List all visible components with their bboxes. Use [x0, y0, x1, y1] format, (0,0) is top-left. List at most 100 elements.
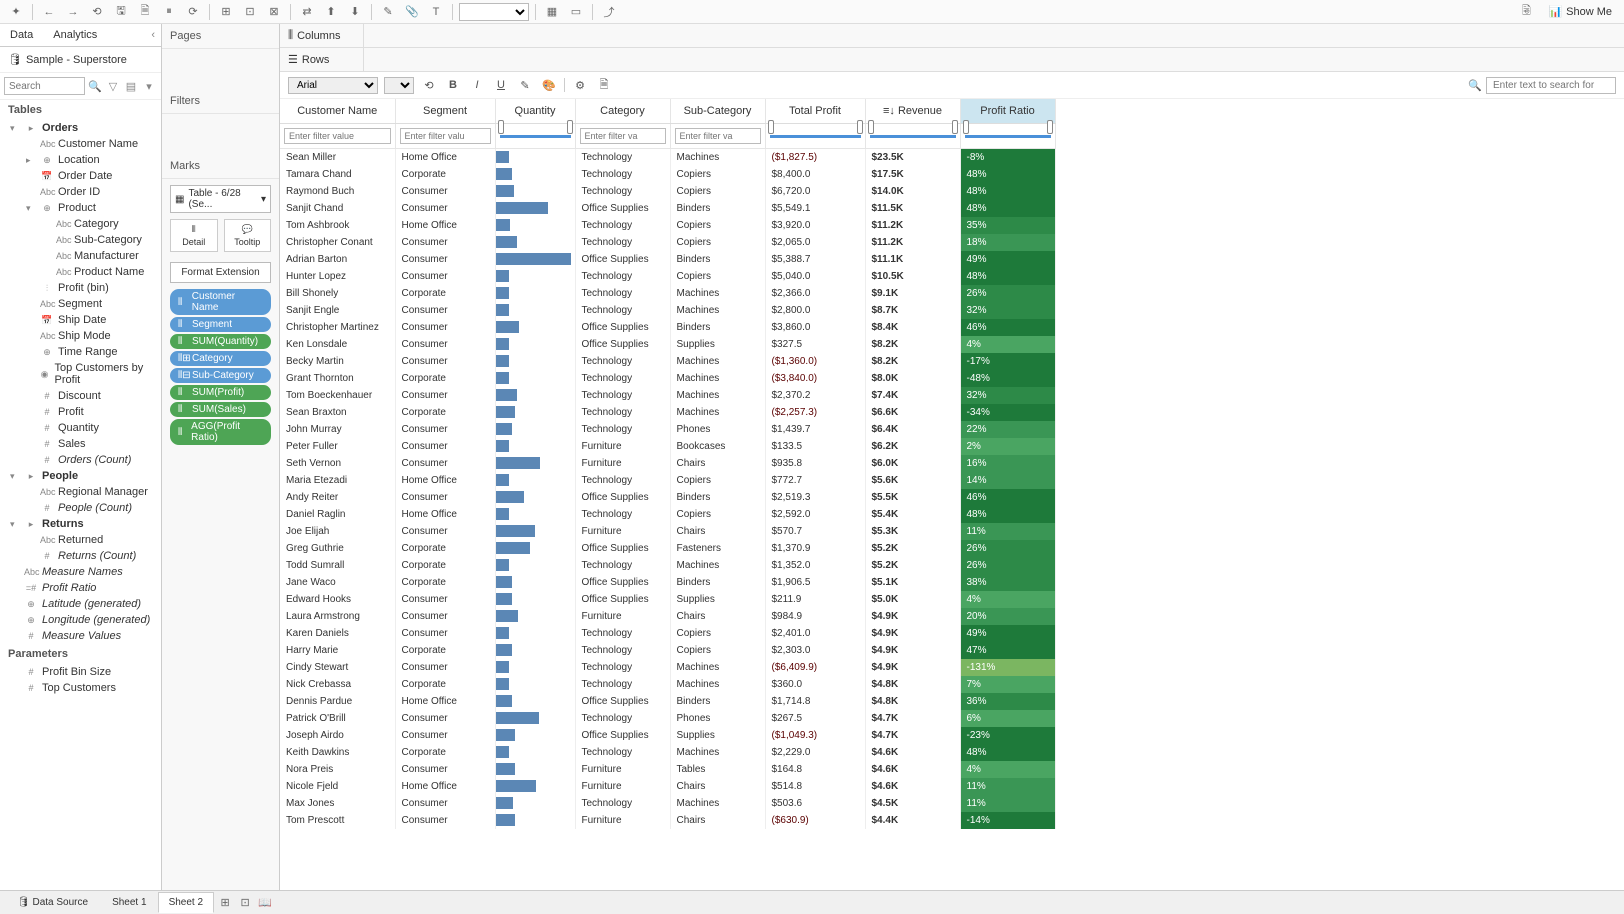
new-worksheet-icon[interactable]: ⊞	[216, 894, 234, 912]
column-header[interactable]: Profit Ratio	[960, 99, 1055, 124]
table-row[interactable]: John Murray Consumer Technology Phones $…	[280, 421, 1055, 438]
table-row[interactable]: Nora Preis Consumer Furniture Tables $16…	[280, 761, 1055, 778]
new-datasource-icon[interactable]: 🗎	[135, 2, 155, 22]
column-filter-input[interactable]	[400, 128, 491, 144]
explain-icon[interactable]: 🗟	[1516, 2, 1536, 22]
filters-shelf[interactable]: Filters	[162, 89, 279, 114]
range-slider[interactable]	[965, 126, 1051, 146]
new-dashboard-icon[interactable]: ⊡	[236, 894, 254, 912]
sheet-tab[interactable]: Sheet 2	[158, 892, 214, 913]
filter-icon[interactable]: ▽	[105, 77, 121, 95]
table-row[interactable]: Bill Shonely Corporate Technology Machin…	[280, 285, 1055, 302]
rows-shelf[interactable]	[364, 48, 1624, 71]
pause-icon[interactable]: ⏸	[159, 2, 179, 22]
marks-pill[interactable]: ⫴Customer Name	[170, 289, 271, 315]
table-row[interactable]: Becky Martin Consumer Technology Machine…	[280, 353, 1055, 370]
back-icon[interactable]: ←	[39, 2, 59, 22]
table-row[interactable]: Ken Lonsdale Consumer Office Supplies Su…	[280, 336, 1055, 353]
view-area[interactable]: Customer NameSegmentQuantityCategorySub-…	[280, 99, 1624, 890]
tree-item[interactable]: #People (Count)	[0, 500, 161, 516]
columns-shelf[interactable]	[364, 24, 1624, 47]
export-icon[interactable]: 🗎	[595, 76, 613, 94]
range-slider[interactable]	[500, 126, 571, 146]
table-row[interactable]: Edward Hooks Consumer Office Supplies Su…	[280, 591, 1055, 608]
table-row[interactable]: Peter Fuller Consumer Furniture Bookcase…	[280, 438, 1055, 455]
tree-item[interactable]: =#Profit Ratio	[0, 580, 161, 596]
tree-item[interactable]: AbcProduct Name	[0, 264, 161, 280]
tab-data[interactable]: Data	[0, 24, 43, 46]
table-row[interactable]: Harry Marie Corporate Technology Copiers…	[280, 642, 1055, 659]
new-story-icon[interactable]: 📖	[256, 894, 274, 912]
menu-icon[interactable]: ▾	[141, 77, 157, 95]
tree-item[interactable]: ⊕Latitude (generated)	[0, 596, 161, 612]
parameter-item[interactable]: #Top Customers	[0, 680, 161, 696]
marks-type-dropdown[interactable]: ▦ Table - 6/28 (Se... ▾	[170, 185, 271, 213]
tree-item[interactable]: #Orders (Count)	[0, 452, 161, 468]
tab-analytics[interactable]: Analytics	[43, 24, 107, 46]
marks-pill[interactable]: ⫴SUM(Profit)	[170, 385, 271, 400]
table-row[interactable]: Max Jones Consumer Technology Machines $…	[280, 795, 1055, 812]
table-row[interactable]: Andy Reiter Consumer Office Supplies Bin…	[280, 489, 1055, 506]
tree-item[interactable]: #Quantity	[0, 420, 161, 436]
tree-item[interactable]: ▾⊕Product	[0, 200, 161, 216]
table-row[interactable]: Tom Ashbrook Home Office Technology Copi…	[280, 217, 1055, 234]
tree-item[interactable]: AbcSub-Category	[0, 232, 161, 248]
tree-item[interactable]: AbcOrder ID	[0, 184, 161, 200]
bold-button[interactable]: B	[444, 76, 462, 94]
table-row[interactable]: Christopher Conant Consumer Technology C…	[280, 234, 1055, 251]
tree-item[interactable]: #Profit	[0, 404, 161, 420]
column-header[interactable]: Quantity	[495, 99, 575, 124]
table-row[interactable]: Greg Guthrie Corporate Office Supplies F…	[280, 540, 1055, 557]
tree-item[interactable]: AbcCustomer Name	[0, 136, 161, 152]
detail-button[interactable]: ⫴ Detail	[170, 219, 218, 252]
table-row[interactable]: Sanjit Engle Consumer Technology Machine…	[280, 302, 1055, 319]
search-icon[interactable]: 🔍	[87, 77, 103, 95]
table-row[interactable]: Todd Sumrall Corporate Technology Machin…	[280, 557, 1055, 574]
tree-item[interactable]: ▾▸People	[0, 468, 161, 484]
sort-asc-icon[interactable]: ⬆	[321, 2, 341, 22]
datasource-item[interactable]: 🛢 Sample - Superstore	[0, 47, 161, 73]
share-icon[interactable]: ⤴	[599, 2, 619, 22]
marks-pill[interactable]: ⫴SUM(Sales)	[170, 402, 271, 417]
tree-item[interactable]: 📅Order Date	[0, 168, 161, 184]
show-cards-icon[interactable]: ▦	[542, 2, 562, 22]
underline-button[interactable]: U	[492, 76, 510, 94]
settings-icon[interactable]: ⚙	[571, 76, 589, 94]
marks-pill[interactable]: ⫴⊟Sub-Category	[170, 368, 271, 383]
tree-item[interactable]: ▾▸Returns	[0, 516, 161, 532]
label-icon[interactable]: T	[426, 2, 446, 22]
show-me-button[interactable]: 📊 Show Me	[1542, 2, 1618, 21]
data-source-tab[interactable]: 🛢 Data Source	[6, 892, 99, 913]
fill-color-icon[interactable]: 🎨	[540, 76, 558, 94]
tree-item[interactable]: ⫶Profit (bin)	[0, 280, 161, 296]
marks-pill[interactable]: ⫴SUM(Quantity)	[170, 334, 271, 349]
table-row[interactable]: Jane Waco Corporate Office Supplies Bind…	[280, 574, 1055, 591]
tree-item[interactable]: ⊕Longitude (generated)	[0, 612, 161, 628]
table-row[interactable]: Sean Braxton Corporate Technology Machin…	[280, 404, 1055, 421]
tree-item[interactable]: #Returns (Count)	[0, 548, 161, 564]
sort-desc-icon[interactable]: ⬇	[345, 2, 365, 22]
text-color-icon[interactable]: ✎	[516, 76, 534, 94]
format-extension-button[interactable]: Format Extension	[170, 262, 271, 283]
tree-item[interactable]: AbcManufacturer	[0, 248, 161, 264]
tree-item[interactable]: AbcRegional Manager	[0, 484, 161, 500]
table-row[interactable]: Tom Prescott Consumer Furniture Chairs (…	[280, 812, 1055, 829]
tree-item[interactable]: 📅Ship Date	[0, 312, 161, 328]
tree-item[interactable]: #Sales	[0, 436, 161, 452]
tree-item[interactable]: ▾▸Orders	[0, 120, 161, 136]
table-row[interactable]: Keith Dawkins Corporate Technology Machi…	[280, 744, 1055, 761]
table-row[interactable]: Adrian Barton Consumer Office Supplies B…	[280, 251, 1055, 268]
tree-item[interactable]: AbcCategory	[0, 216, 161, 232]
forward-icon[interactable]: →	[63, 2, 83, 22]
table-row[interactable]: Patrick O'Brill Consumer Technology Phon…	[280, 710, 1055, 727]
tree-item[interactable]: ⊕Time Range	[0, 344, 161, 360]
pages-shelf[interactable]: Pages	[162, 24, 279, 49]
search-input[interactable]	[4, 77, 85, 95]
sheet-tab[interactable]: Sheet 1	[101, 892, 157, 913]
table-row[interactable]: Nick Crebassa Corporate Technology Machi…	[280, 676, 1055, 693]
fit-dropdown[interactable]	[459, 3, 529, 21]
tree-item[interactable]: #Discount	[0, 388, 161, 404]
marks-pill[interactable]: ⫴Segment	[170, 317, 271, 332]
tree-item[interactable]: ◉Top Customers by Profit	[0, 360, 161, 388]
column-header[interactable]: Sub-Category	[670, 99, 765, 124]
